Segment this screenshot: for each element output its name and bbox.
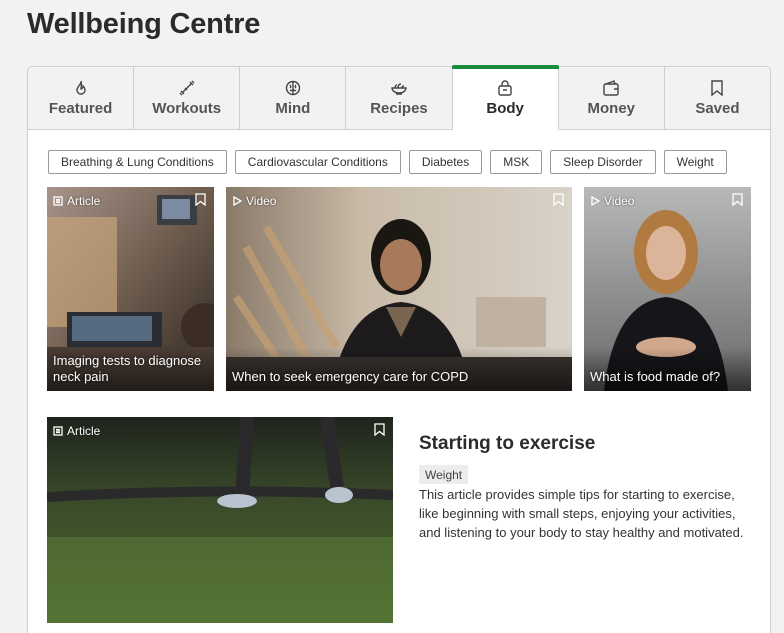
- card-type-label: Article: [67, 194, 101, 208]
- article-icon: [53, 426, 63, 436]
- content-card[interactable]: Video What is food made of?: [584, 187, 751, 391]
- tab-money[interactable]: Money: [558, 67, 665, 130]
- tab-label: Saved: [695, 100, 740, 117]
- content-card[interactable]: Article Imaging tests to diagnose neck p…: [47, 187, 214, 391]
- card-type-label: Article: [67, 424, 101, 438]
- tab-workouts[interactable]: Workouts: [134, 67, 241, 130]
- card-type-label: Video: [246, 194, 277, 208]
- filter-chips: Breathing & Lung Conditions Cardiovascul…: [48, 150, 727, 174]
- feature-tag: Weight: [419, 465, 469, 484]
- tab-label: Mind: [275, 100, 311, 117]
- bookmark-icon[interactable]: [195, 193, 206, 207]
- card-type: Video: [232, 194, 276, 208]
- scale-icon: [496, 79, 514, 97]
- card-type: Article: [53, 424, 100, 438]
- article-icon: [53, 196, 63, 206]
- play-icon: [591, 196, 600, 206]
- tab-label: Featured: [48, 100, 113, 117]
- chip-sleep-disorder[interactable]: Sleep Disorder: [550, 150, 656, 174]
- tab-label: Workouts: [152, 100, 222, 117]
- wallet-icon: [602, 79, 620, 97]
- dumbbell-icon: [178, 79, 196, 97]
- card-title: What is food made of?: [590, 369, 721, 384]
- card-type: Article: [53, 194, 100, 208]
- bookmark-icon: [708, 79, 726, 97]
- tab-recipes[interactable]: Recipes: [346, 67, 453, 130]
- card-title: Imaging tests to diagnose neck pain: [53, 353, 202, 384]
- content-card[interactable]: Video When to seek emergency care for CO…: [226, 187, 572, 391]
- chip-diabetes[interactable]: Diabetes: [408, 150, 483, 174]
- bookmark-icon[interactable]: [732, 193, 743, 207]
- tab-label: Money: [587, 100, 636, 117]
- tab-label: Recipes: [370, 100, 428, 117]
- chip-cardiovascular[interactable]: Cardiovascular Conditions: [234, 150, 401, 174]
- card-type-label: Video: [604, 194, 635, 208]
- feature-title[interactable]: Starting to exercise: [419, 433, 595, 455]
- tab-featured[interactable]: Featured: [28, 67, 135, 130]
- bowl-icon: [390, 79, 408, 97]
- brain-icon: [284, 79, 302, 97]
- chip-msk[interactable]: MSK: [490, 150, 543, 174]
- tab-label: Body: [486, 100, 524, 117]
- feature-description: This article provides simple tips for st…: [419, 487, 744, 540]
- card-type: Video: [590, 194, 634, 208]
- bookmark-icon[interactable]: [374, 423, 385, 437]
- feature-thumbnail: [47, 417, 393, 623]
- play-icon: [233, 196, 242, 206]
- page-title: Wellbeing Centre: [27, 8, 261, 40]
- category-tabs: Featured Workouts Mind Recipes Body Mone…: [28, 65, 770, 130]
- chip-breathing-lung[interactable]: Breathing & Lung Conditions: [48, 150, 227, 174]
- flame-icon: [72, 79, 90, 97]
- tab-mind[interactable]: Mind: [240, 67, 347, 130]
- content-panel: Featured Workouts Mind Recipes Body Mone…: [27, 65, 771, 633]
- bookmark-icon[interactable]: [553, 193, 564, 207]
- chip-weight[interactable]: Weight: [663, 150, 727, 174]
- card-title: When to seek emergency care for COPD: [232, 369, 469, 384]
- tab-saved[interactable]: Saved: [664, 67, 770, 130]
- tab-body[interactable]: Body: [451, 65, 559, 130]
- feature-card-image[interactable]: Article: [47, 417, 393, 623]
